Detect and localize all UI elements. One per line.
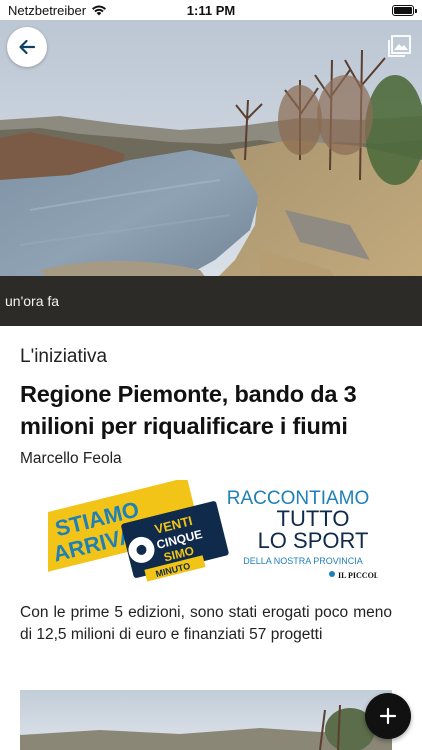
plus-icon (379, 707, 397, 725)
relative-time: un'ora fa (5, 293, 60, 309)
ad-line3: LO SPORT (258, 528, 369, 553)
article-kicker: L'iniziativa (20, 346, 108, 367)
article-title: Regione Piemonte, bando da 3 milioni per… (20, 381, 357, 439)
status-bar: Netzbetreiber 1:11 PM (0, 0, 422, 20)
battery-icon (392, 4, 417, 16)
ad-banner-graphic: STIAMO ARRIVANDO VENTI CINQUE SIMO MINUT… (48, 480, 378, 582)
ad-banner[interactable]: STIAMO ARRIVANDO VENTI CINQUE SIMO MINUT… (48, 480, 378, 582)
river-photo-2 (20, 690, 392, 750)
ad-logo: IL PICCOLO (338, 571, 378, 580)
battery-fill (394, 6, 412, 14)
article-header: L'iniziativa Regione Piemonte, bando da … (20, 346, 392, 468)
back-arrow-icon (19, 39, 36, 55)
article-image[interactable] (20, 690, 392, 750)
gallery-icon (388, 35, 411, 57)
add-button[interactable] (365, 693, 411, 739)
hero-caption-bar: un'ora fa (0, 276, 422, 326)
wifi-icon (92, 5, 107, 16)
article-author[interactable]: Marcello Feola (20, 450, 392, 468)
ad-line4: DELLA NOSTRA PROVINCIA (243, 556, 363, 566)
carrier-label: Netzbetreiber (8, 2, 87, 18)
article-summary: Con le prime 5 edizioni, sono stati erog… (20, 604, 392, 643)
back-button[interactable] (7, 27, 47, 67)
gallery-button[interactable] (386, 30, 414, 58)
status-left: Netzbetreiber (8, 3, 107, 18)
status-right (392, 4, 417, 16)
hero-image[interactable]: un'ora fa (0, 20, 422, 326)
